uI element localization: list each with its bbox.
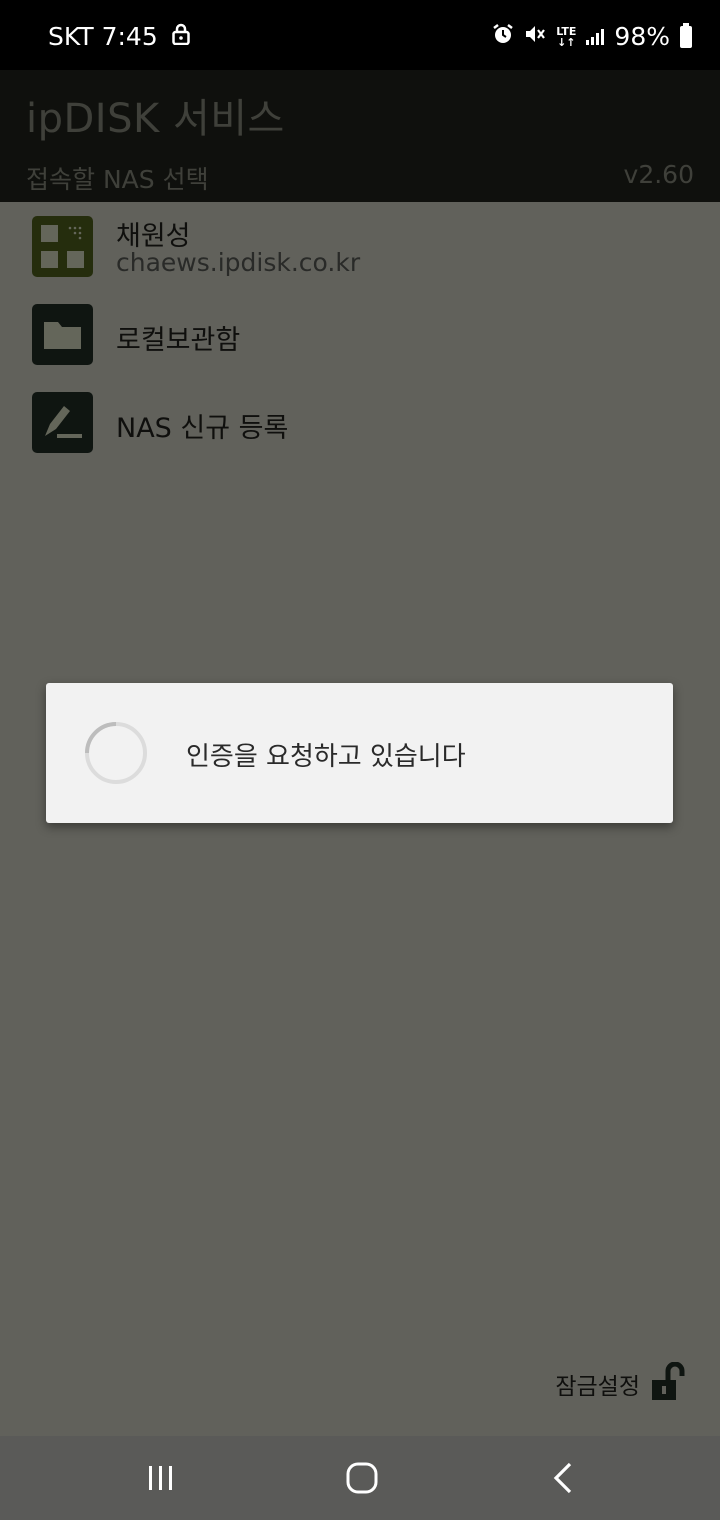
alarm-icon [492, 22, 514, 51]
recent-apps-icon [149, 1466, 172, 1490]
home-button[interactable] [342, 1458, 382, 1498]
back-icon [553, 1462, 572, 1494]
carrier-label: SKT [48, 22, 94, 51]
home-icon [346, 1462, 378, 1494]
mute-icon [524, 22, 546, 51]
clock: 7:45 [101, 22, 158, 51]
status-bar: SKT 7:45 LTE ↓↑ 98% [0, 0, 720, 70]
dialog-message: 인증을 요청하고 있습니다 [186, 742, 466, 772]
app-screen: ipDISK 서비스 접속할 NAS 선택 v2.60 채원성 chaews.i… [0, 70, 720, 1436]
progress-dialog: 인증을 요청하고 있습니다 [46, 683, 673, 823]
lock-icon [171, 22, 190, 51]
battery-percent: 98% [614, 22, 670, 51]
network-type: LTE ↓↑ [556, 24, 577, 49]
back-button[interactable] [544, 1458, 584, 1498]
battery-icon [680, 22, 692, 48]
recent-apps-button[interactable] [141, 1458, 181, 1498]
status-right: LTE ↓↑ 98% [492, 22, 692, 51]
loading-spinner-icon [84, 721, 148, 785]
system-nav-bar [0, 1436, 720, 1520]
signal-icon [586, 28, 605, 45]
status-left: SKT 7:45 [48, 22, 190, 51]
